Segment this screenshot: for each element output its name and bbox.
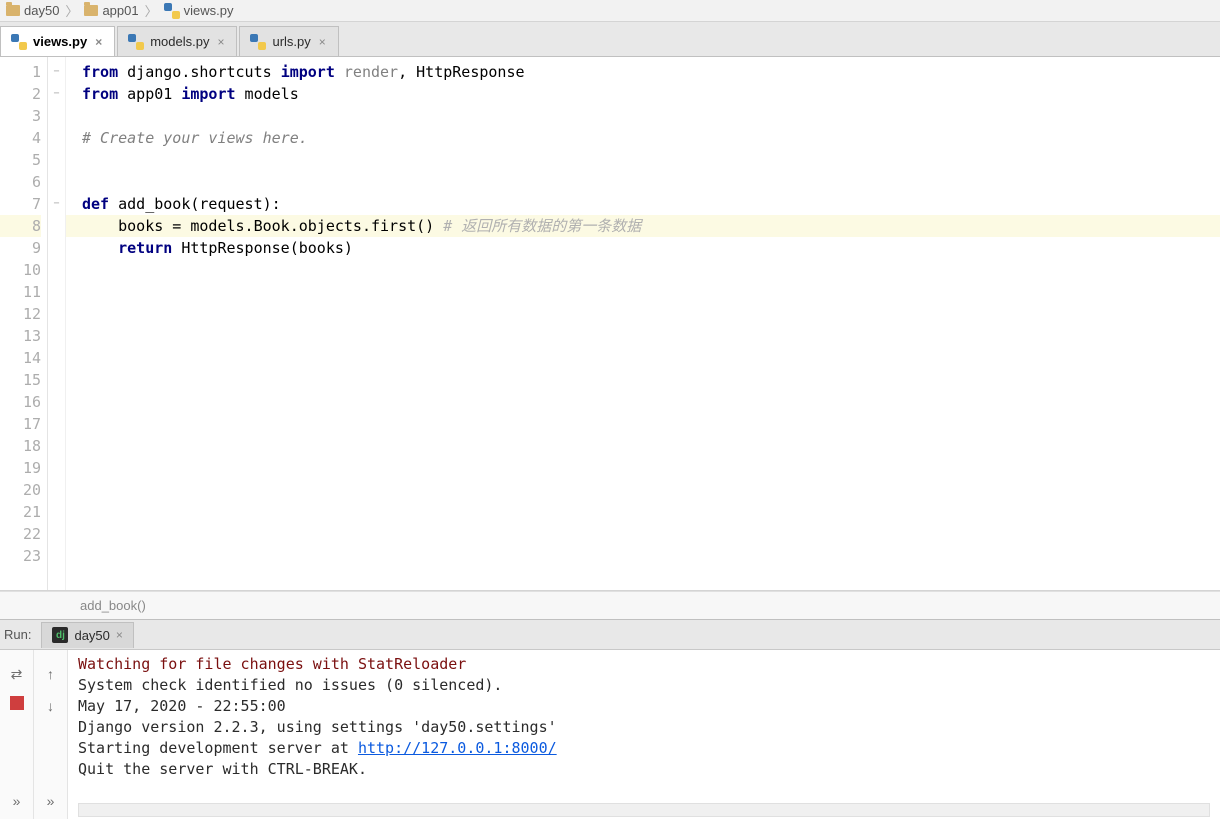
breadcrumb: day50 〉 app01 〉 views.py	[0, 0, 1220, 22]
server-url-link[interactable]: http://127.0.0.1:8000/	[358, 739, 557, 757]
breadcrumb-item[interactable]: views.py	[162, 3, 236, 19]
horizontal-scrollbar[interactable]	[78, 803, 1210, 817]
breadcrumb-label: views.py	[184, 3, 234, 18]
breadcrumb-item[interactable]: app01	[82, 3, 140, 18]
close-icon[interactable]: ×	[116, 628, 123, 642]
tab-label: views.py	[33, 34, 87, 49]
python-file-icon	[250, 34, 266, 50]
python-file-icon	[164, 3, 180, 19]
breadcrumb-separator: 〉	[143, 1, 160, 20]
editor-breadcrumb-label: add_book()	[80, 598, 146, 613]
tab-label: models.py	[150, 34, 209, 49]
folder-icon	[6, 5, 20, 16]
django-icon	[52, 627, 68, 643]
scroll-up-icon[interactable]: ↑	[41, 664, 61, 684]
python-file-icon	[128, 34, 144, 50]
run-panel-header: Run: day50 ×	[0, 620, 1220, 650]
line-number-gutter: 1234567891011121314151617181920212223	[0, 57, 48, 590]
folder-icon	[84, 5, 98, 16]
run-config-tab[interactable]: day50 ×	[41, 622, 133, 648]
run-panel: Run: day50 × ⇄ » ↑ ↓ » Watching for file…	[0, 619, 1220, 819]
more-icon[interactable]: »	[7, 791, 27, 811]
breadcrumb-separator: 〉	[63, 1, 80, 20]
code-editor[interactable]: 1234567891011121314151617181920212223 −−…	[0, 57, 1220, 591]
scroll-down-icon[interactable]: ↓	[41, 696, 61, 716]
editor-tab-views[interactable]: views.py ×	[0, 26, 115, 56]
run-config-label: day50	[74, 628, 109, 643]
fold-gutter: −−−	[48, 57, 66, 590]
close-icon[interactable]: ×	[93, 35, 104, 49]
stop-icon[interactable]	[10, 696, 24, 710]
python-file-icon	[11, 34, 27, 50]
breadcrumb-label: app01	[102, 3, 138, 18]
tab-label: urls.py	[272, 34, 310, 49]
close-icon[interactable]: ×	[317, 35, 328, 49]
rerun-icon[interactable]: ⇄	[7, 664, 27, 684]
console-output[interactable]: Watching for file changes with StatReloa…	[68, 650, 1220, 801]
code-area[interactable]: from django.shortcuts import render, Htt…	[66, 57, 1220, 590]
close-icon[interactable]: ×	[215, 35, 226, 49]
editor-tab-urls[interactable]: urls.py ×	[239, 26, 338, 56]
run-toolbar-left: ⇄ »	[0, 650, 34, 819]
breadcrumb-label: day50	[24, 3, 59, 18]
more-icon[interactable]: »	[41, 791, 61, 811]
editor-tab-models[interactable]: models.py ×	[117, 26, 237, 56]
editor-breadcrumb: add_book()	[0, 591, 1220, 619]
run-toolbar-secondary: ↑ ↓ »	[34, 650, 68, 819]
breadcrumb-item[interactable]: day50	[4, 3, 61, 18]
run-panel-title: Run:	[0, 627, 41, 642]
editor-tabs: views.py × models.py × urls.py ×	[0, 22, 1220, 57]
